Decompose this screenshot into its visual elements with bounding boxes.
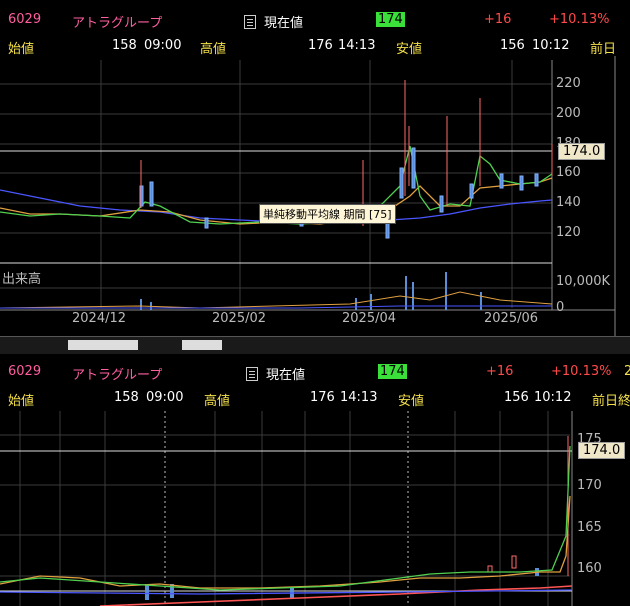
price-change-pct: +10.13%	[551, 364, 612, 379]
low-time: 10:12	[532, 38, 570, 53]
y-tick: 160	[556, 165, 581, 180]
low-time: 10:12	[534, 390, 572, 405]
price-change: +16	[486, 364, 514, 379]
bottom-chart-panel: 6029 アトラグループ 現在値 174 +16 +10.13% 2 始値 15…	[0, 354, 630, 606]
open-label: 始値	[8, 42, 35, 57]
price-change-pct: +10.13%	[549, 12, 610, 27]
stock-name: アトラグループ	[72, 16, 163, 31]
high-time: 14:13	[340, 390, 378, 405]
low-label: 安値	[396, 42, 423, 57]
x-tick: 2025/04	[342, 311, 397, 326]
current-price-value: 174	[376, 12, 405, 27]
y-tick: 165	[577, 520, 602, 535]
prev-close-label: 前日	[590, 42, 617, 57]
open-value: 158	[112, 38, 137, 53]
current-price-tag: 174.0	[578, 442, 626, 459]
volume-axis-zero: 0	[556, 300, 565, 315]
bottom-quote-header: 6029 アトラグループ 現在値 174 +16 +10.13% 2	[0, 362, 630, 383]
high-value: 176	[308, 38, 333, 53]
volume-label: 出来高	[2, 272, 42, 287]
current-price-label: 現在値	[266, 368, 306, 383]
top-quote-header: 6029 アトラグループ 現在値 174 +16 +10.13%	[0, 10, 630, 31]
current-price-value: 174	[378, 364, 407, 379]
low-value: 156	[504, 390, 529, 405]
top-chart-panel: 6029 アトラグループ 現在値 174 +16 +10.13% 始値 158 …	[0, 0, 630, 346]
x-tick: 2024/12	[72, 311, 127, 326]
low-value: 156	[500, 38, 525, 53]
high-time: 14:13	[338, 38, 376, 53]
high-value: 176	[310, 390, 335, 405]
current-price-tag: 174.0	[558, 143, 606, 160]
high-label: 高値	[200, 42, 227, 57]
y-tick: 140	[556, 195, 581, 210]
panel-divider	[0, 336, 630, 354]
open-time: 09:00	[144, 38, 182, 53]
y-tick: 170	[577, 478, 602, 493]
y-tick: 160	[577, 561, 602, 576]
ma-tooltip: 単純移動平均線 期間 [75]	[259, 204, 396, 224]
stock-code: 6029	[8, 364, 42, 379]
bottom-ohl-row: 始値 158 09:00 高値 176 14:13 安値 156 10:12 前…	[0, 388, 630, 409]
top-candlestick-chart[interactable]	[0, 56, 630, 346]
y-tick: 200	[556, 106, 581, 121]
open-value: 158	[114, 390, 139, 405]
stock-code: 6029	[8, 12, 42, 27]
bottom-intraday-chart[interactable]	[0, 406, 630, 606]
stock-name: アトラグループ	[72, 368, 163, 383]
open-time: 09:00	[146, 390, 184, 405]
header-extra: 2	[624, 364, 630, 379]
price-change: +16	[484, 12, 512, 27]
x-tick: 2025/06	[484, 311, 539, 326]
y-tick: 120	[556, 225, 581, 240]
y-tick: 220	[556, 76, 581, 91]
current-price-label: 現在値	[264, 16, 304, 31]
top-ohl-row: 始値 158 09:00 高値 176 14:13 安値 156 10:12 前…	[0, 36, 630, 57]
x-tick: 2025/02	[212, 311, 267, 326]
volume-axis-max: 10,000K	[556, 274, 611, 289]
